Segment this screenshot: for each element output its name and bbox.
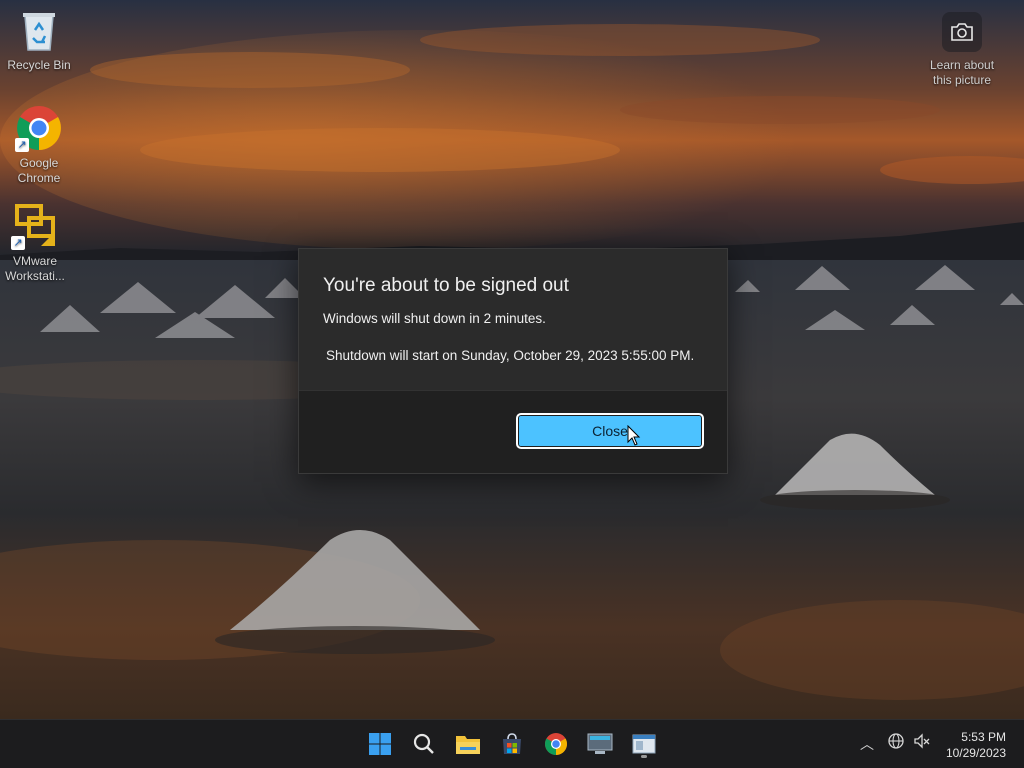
desktop: Recycle Bin ↗ Google Chrome ↗ VMware Wor… — [0, 0, 1024, 768]
file-explorer-button[interactable] — [452, 728, 484, 760]
recycle-bin-label: Recycle Bin — [7, 58, 71, 72]
store-icon — [503, 733, 521, 754]
dialog-detail: Shutdown will start on Sunday, October 2… — [326, 348, 695, 363]
window-app-icon — [632, 734, 656, 754]
dialog-body: You're about to be signed out Windows wi… — [299, 249, 727, 366]
clock-date: 10/29/2023 — [945, 746, 1006, 760]
chrome-desktop-icon[interactable]: ↗ Google Chrome — [1, 104, 77, 186]
store-button[interactable] — [496, 728, 528, 760]
vmware-icon — [587, 733, 613, 754]
vmware-icon: ↗ — [11, 202, 59, 250]
dialog-title: You're about to be signed out — [323, 275, 569, 296]
learn-picture-label: Learn about this picture — [929, 58, 995, 87]
search-icon — [413, 733, 434, 754]
sign-out-dialog: You're about to be signed out Windows wi… — [298, 248, 728, 474]
chrome-icon: ↗ — [15, 104, 63, 152]
recycle-bin-icon — [15, 6, 63, 54]
file-explorer-icon — [456, 736, 480, 754]
start-button[interactable] — [364, 728, 396, 760]
camera-icon — [942, 12, 982, 52]
start-icon — [369, 733, 391, 755]
mouse-cursor-icon — [627, 425, 641, 446]
vmware-taskbar-button[interactable] — [584, 728, 616, 760]
dialog-message: Windows will shut down in 2 minutes. — [323, 311, 546, 326]
vmware-label: VMware Workstati... — [5, 254, 65, 283]
network-globe-icon[interactable] — [887, 732, 905, 750]
volume-muted-icon[interactable] — [913, 732, 931, 750]
learn-about-picture[interactable]: Learn about this picture — [912, 12, 1012, 88]
chrome-icon — [545, 733, 567, 755]
taskbar: ︿ 5:53 PM 10/29/2023 — [0, 719, 1024, 768]
show-hidden-icons-chevron-icon[interactable]: ︿ — [860, 734, 874, 754]
recycle-bin-desktop-icon[interactable]: Recycle Bin — [1, 6, 77, 73]
close-button[interactable]: Close — [516, 413, 704, 449]
window-app-button[interactable] — [628, 728, 660, 760]
shortcut-arrow-icon: ↗ — [11, 236, 25, 250]
taskbar-clock[interactable]: 5:53 PM 10/29/2023 — [946, 729, 1006, 761]
vmware-desktop-icon[interactable]: ↗ VMware Workstati... — [0, 202, 73, 284]
active-indicator — [641, 755, 647, 758]
shortcut-arrow-icon: ↗ — [15, 138, 29, 152]
clock-time: 5:53 PM — [961, 730, 1006, 744]
search-button[interactable] — [408, 728, 440, 760]
chrome-label: Google Chrome — [17, 156, 61, 185]
chrome-taskbar-button[interactable] — [540, 728, 572, 760]
dialog-footer: Close — [299, 390, 727, 473]
